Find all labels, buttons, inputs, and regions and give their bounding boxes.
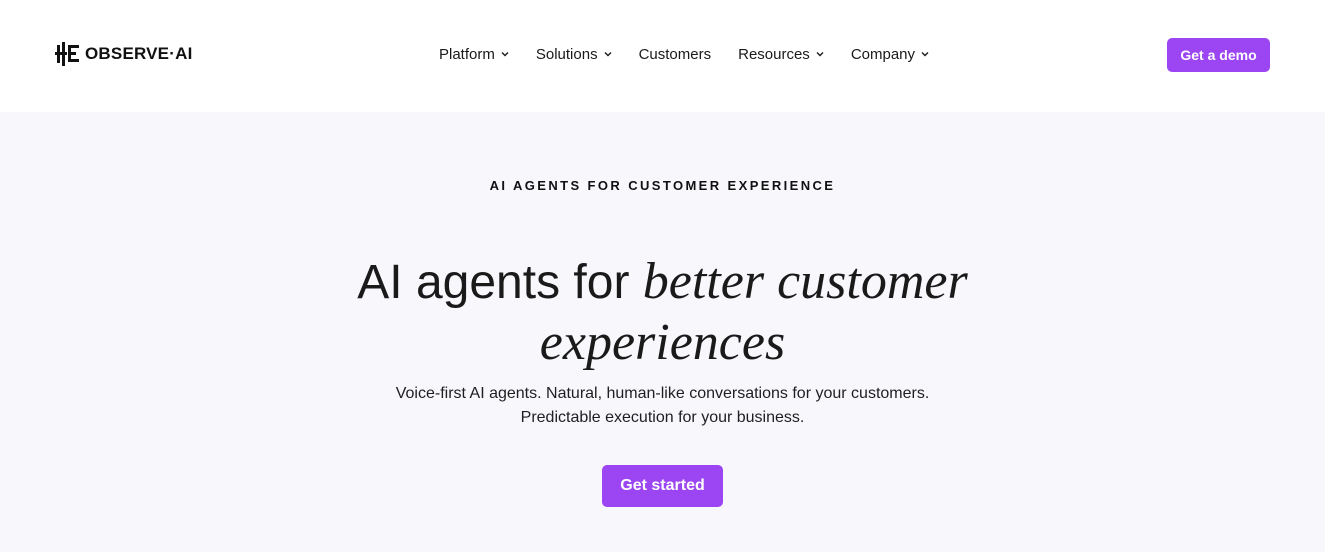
logo[interactable]: OBSERVE·AI: [55, 42, 193, 66]
chevron-down-icon: [921, 52, 929, 57]
nav-item-resources[interactable]: Resources: [738, 46, 824, 63]
nav-item-label: Customers: [638, 45, 712, 63]
nav-item-label: Solutions: [535, 45, 598, 63]
headline-serif-2: experiences: [539, 314, 786, 371]
nav-item-label: Platform: [439, 45, 495, 63]
subtitle-line-1: Voice-first AI agents. Natural, human-li…: [395, 385, 930, 402]
nav-item-solutions[interactable]: Solutions: [536, 46, 612, 63]
hero-eyebrow: AI AGENTS FOR CUSTOMER EXPERIENCE: [489, 178, 836, 193]
get-a-demo-button[interactable]: Get a demo: [1167, 38, 1270, 72]
observe-ai-logo-icon: [55, 42, 79, 66]
nav-item-label: Company: [850, 45, 916, 63]
nav-item-company[interactable]: Company: [851, 46, 929, 63]
nav-item-customers[interactable]: Customers: [639, 46, 712, 63]
chevron-down-icon: [501, 52, 509, 57]
nav-item-label: Resources: [738, 45, 810, 63]
main-nav: Platform Solutions Customers Resources C…: [439, 44, 929, 64]
nav-item-platform[interactable]: Platform: [439, 46, 509, 63]
headline-serif-1: better customer: [642, 253, 968, 310]
get-started-button[interactable]: Get started: [602, 465, 723, 507]
hero-headline: AI agents for better customer experience…: [0, 252, 1325, 374]
logo-text: OBSERVE·AI: [85, 44, 193, 63]
headline-line-2: experiences: [0, 313, 1325, 374]
chevron-down-icon: [816, 52, 824, 57]
hero-section: AI AGENTS FOR CUSTOMER EXPERIENCE AI age…: [0, 112, 1325, 552]
hero-subtitle: Voice-first AI agents. Natural, human-li…: [0, 382, 1325, 430]
subtitle-line-2: Predictable execution for your business.: [520, 409, 805, 426]
chevron-down-icon: [604, 52, 612, 57]
headline-plain: AI agents for: [357, 256, 643, 309]
site-header: OBSERVE·AI Platform Solutions Customers …: [0, 0, 1325, 112]
headline-line-1: AI agents for better customer: [0, 252, 1325, 313]
